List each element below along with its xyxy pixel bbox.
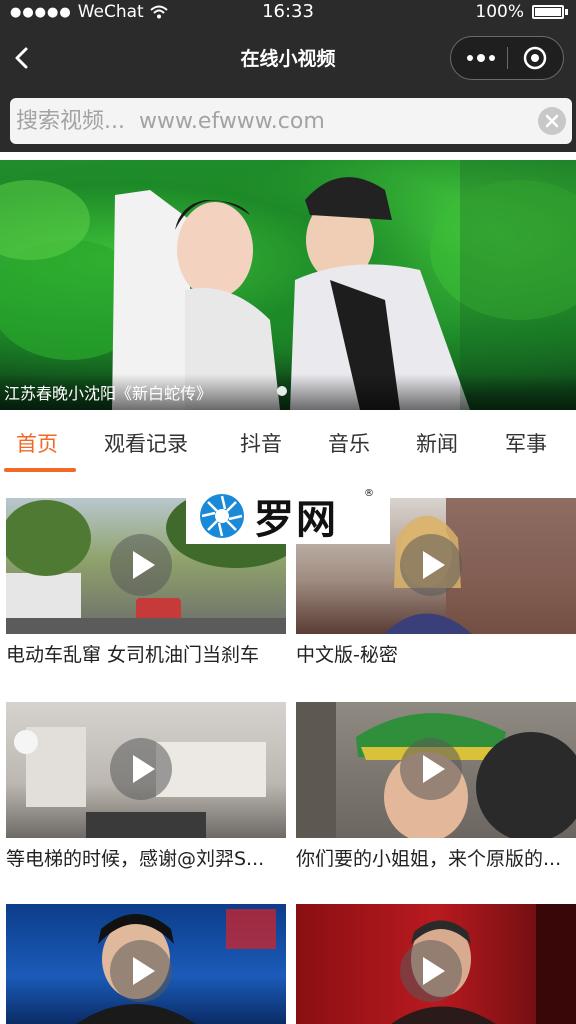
video-card[interactable] [6, 904, 286, 1024]
play-icon [400, 940, 462, 1002]
video-title: 中文版-秘密 [296, 644, 398, 666]
video-thumbnail [6, 702, 286, 838]
video-title: 你们要的小姐姐，来个原版的... [296, 848, 562, 870]
active-tab-indicator [4, 468, 76, 472]
registered-mark: ® [364, 488, 374, 499]
play-icon [400, 534, 462, 596]
tab-military[interactable]: 军事 [505, 428, 547, 458]
battery-percent: 100% [475, 2, 524, 22]
video-title: 等电梯的时候，感谢@刘羿S... [6, 848, 265, 870]
mini-program-capsule [450, 36, 564, 80]
play-icon [110, 940, 172, 1002]
video-thumbnail [6, 904, 286, 1024]
play-icon [400, 738, 462, 800]
video-card[interactable]: 等电梯的时候，感谢@刘羿S... [6, 702, 286, 870]
tab-home[interactable]: 首页 [16, 428, 58, 458]
more-dot-icon [467, 55, 473, 61]
more-button[interactable] [459, 43, 503, 73]
more-dot-icon [489, 55, 495, 61]
video-thumbnail [296, 702, 576, 838]
logo-icon [200, 494, 244, 538]
more-dot-icon [477, 54, 485, 62]
clear-search-button[interactable] [538, 107, 566, 135]
battery-icon [532, 5, 564, 19]
close-icon [545, 114, 559, 128]
tab-history[interactable]: 观看记录 [104, 428, 188, 458]
status-bar: ●●●●● WeChat 16:33 100% [0, 0, 576, 26]
play-icon [110, 534, 172, 596]
banner-carousel[interactable]: 江苏春晚小沈阳《新白蛇传》 [0, 160, 576, 410]
video-card[interactable] [296, 904, 576, 1024]
search-area [0, 90, 576, 152]
tab-douyin[interactable]: 抖音 [240, 428, 282, 458]
tab-music[interactable]: 音乐 [328, 428, 370, 458]
watermark-text: 罗网 [254, 497, 338, 543]
banner-caption: 江苏春晚小沈阳《新白蛇传》 [4, 384, 213, 403]
nav-bar: 在线小视频 [0, 26, 576, 90]
watermark-logo: 罗网 ® [186, 488, 390, 544]
video-title: 电动车乱窜 女司机油门当刹车 [6, 644, 260, 666]
banner-image [0, 160, 576, 410]
carousel-indicator [277, 386, 287, 396]
target-circle-icon [523, 46, 547, 70]
play-icon [110, 738, 172, 800]
search-input[interactable] [16, 98, 536, 144]
capsule-divider [507, 47, 508, 69]
tab-news[interactable]: 新闻 [416, 428, 458, 458]
video-card[interactable]: 你们要的小姐姐，来个原版的... [296, 702, 576, 870]
search-box[interactable] [10, 98, 572, 144]
battery-info: 100% [475, 2, 568, 22]
close-button[interactable] [513, 42, 557, 74]
video-thumbnail [296, 904, 576, 1024]
category-tabs: 首页 观看记录 抖音 音乐 新闻 军事 [0, 412, 576, 474]
